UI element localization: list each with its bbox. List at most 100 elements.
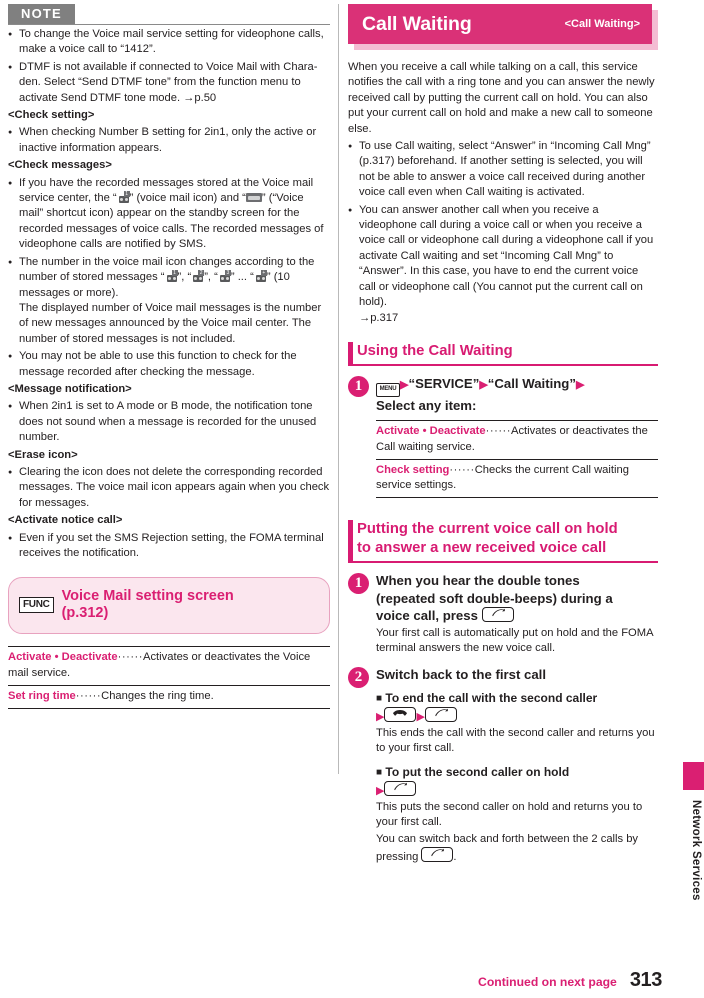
note-bullet: Even if you set the SMS Rejection settin… <box>8 531 330 562</box>
step-title-part-2: “Call Waiting” <box>487 375 576 391</box>
sidebar-tab-label: Network Services <box>690 800 702 901</box>
step-title-part-1: “SERVICE” <box>408 375 480 391</box>
func-item-row: Set ring time······Changes the ring time… <box>8 684 330 710</box>
func-title-line-2: (p.312) <box>61 605 109 622</box>
note-subheading: <Activate notice call> <box>8 514 123 527</box>
call-waiting-item-term: Activate • Deactivate <box>376 425 486 438</box>
section-heading-rule <box>348 561 658 564</box>
note-subheading: <Check setting> <box>8 109 95 122</box>
step-title: When you hear the double tones (repeated… <box>376 572 658 625</box>
voice-mail-icon-10: + <box>253 270 267 283</box>
note-bullet: DTMF is not available if connected to Vo… <box>8 60 330 106</box>
step-number: 1 <box>348 375 369 397</box>
menu-key-icon: MENU <box>376 382 400 397</box>
func-chip: FUNC <box>19 597 54 614</box>
note-subheading: <Erase icon> <box>8 448 78 461</box>
voice-mail-shortcut-icon <box>245 193 262 203</box>
call-waiting-item-list: Activate • Deactivate······Activates or … <box>376 420 658 499</box>
note-text-segment: ”, “ <box>177 271 192 284</box>
chapter-header: Call Waiting <Call Waiting> <box>348 4 658 50</box>
note-bullet: To change the Voice mail service setting… <box>8 27 330 58</box>
call-waiting-item-row: Check setting······Checks the current Ca… <box>376 458 658 499</box>
square-bullet-icon: ■ <box>376 693 383 705</box>
page-number: 313 <box>629 969 663 991</box>
page-reference: →p.317 <box>359 311 399 324</box>
intro-paragraph: When you receive a call while talking on… <box>348 61 655 135</box>
voice-mail-icon-3: 3 <box>217 270 231 283</box>
note-bullet-text: DTMF is not available if connected to Vo… <box>19 60 318 104</box>
step-title-line-3: voice call, press <box>376 607 658 625</box>
call-waiting-item-dots: ······ <box>449 463 475 476</box>
func-title-line-1: Voice Mail setting screen <box>61 588 234 605</box>
func-item-dots: ······ <box>75 689 102 702</box>
note-list: To change the Voice mail service setting… <box>8 27 330 561</box>
intro-bullet-list: To use Call waiting, select “Answer” in … <box>348 139 658 326</box>
step-title-part-3: Select any item: <box>376 397 477 413</box>
note-bullet: When 2in1 is set to A mode or B mode, th… <box>8 399 330 445</box>
step-2-hold-call: 2 Switch back to the first call ■ To end… <box>348 666 658 866</box>
step-title: MENU ▶“SERVICE”▶“Call Waiting”▶ Select an… <box>376 375 658 415</box>
step-number: 1 <box>348 573 369 595</box>
substep-2-body-line-1: This puts the second caller on hold and … <box>376 800 643 829</box>
substep-2-body-line-2: You can switch back and forth between th… <box>376 832 658 866</box>
intro-bullet-text: You can answer another call when you rec… <box>359 203 654 309</box>
call-waiting-item-dots: ······ <box>485 425 511 438</box>
left-column: NOTE To change the Voice mail service se… <box>8 4 330 710</box>
step-title-line-1: When you hear the double tones <box>376 573 580 589</box>
section-heading-rule <box>348 363 658 366</box>
chevron-right-icon: ▶ <box>575 378 585 391</box>
func-callout-box: FUNC Voice Mail setting screen (p.312) <box>8 577 330 635</box>
note-text-segment: ” ... “ <box>230 271 254 284</box>
manual-page: NOTE To change the Voice mail service se… <box>0 0 704 998</box>
call-key-icon <box>421 847 454 863</box>
call-key-icon <box>424 707 457 723</box>
chevron-right-icon: ▶ <box>376 784 385 797</box>
note-subheading: <Check messages> <box>8 159 112 172</box>
note-bullet: Clearing the icon does not delete the co… <box>8 465 330 511</box>
intro-bullet: You can answer another call when you rec… <box>348 203 658 326</box>
step-1-using-call-waiting: 1 MENU ▶“SERVICE”▶“Call Waiting”▶ Select … <box>348 375 658 499</box>
substep-2-keys: ▶ <box>376 780 658 799</box>
func-item-row: Activate • Deactivate······Activates or … <box>8 646 330 684</box>
step-title-line-3-text: voice call, press <box>376 608 478 624</box>
chapter-header-bar: Call Waiting <Call Waiting> <box>348 4 652 44</box>
page-reference: →p.50 <box>183 91 217 104</box>
sidebar-tab-marker <box>683 762 704 790</box>
substep-1-heading-text: To end the call with the second caller <box>385 691 598 706</box>
section-heading-line-2: to answer a new received voice call <box>357 540 607 557</box>
intro-bullet: To use Call waiting, select “Answer” in … <box>348 139 658 201</box>
substep-2-heading-text: To put the second caller on hold <box>385 764 570 779</box>
note-bullet: You may not be able to use this function… <box>8 349 330 380</box>
voice-mail-icon-2: 2 <box>191 270 205 283</box>
func-title: Voice Mail setting screen (p.312) <box>62 588 234 622</box>
substep-1-keys: ▶ ▶ <box>376 707 658 725</box>
square-bullet-icon: ■ <box>376 766 383 778</box>
step-title-line-2: (repeated soft double-beeps) during a <box>376 590 613 606</box>
call-waiting-item-row: Activate • Deactivate······Activates or … <box>376 420 658 458</box>
note-banner: NOTE <box>8 4 75 24</box>
note-bullet: The number in the voice mail icon change… <box>8 255 330 347</box>
section-heading-line-1: Putting the current voice call on hold <box>357 521 618 538</box>
call-waiting-item-term: Check setting <box>376 463 450 476</box>
func-item-description: Changes the ring time. <box>101 689 214 702</box>
section-heading-put-call-on-hold: Putting the current voice call on hold t… <box>348 520 658 562</box>
substep-1-heading: ■ To end the call with the second caller <box>376 690 658 707</box>
step-body: Your first call is automatically put on … <box>376 626 653 655</box>
chevron-right-icon: ▶ <box>416 711 425 724</box>
substep-2-body-line-2-post: . <box>453 851 457 864</box>
substep-2-body-line-2-pre: You can switch back and forth between th… <box>376 832 639 864</box>
chevron-right-icon: ▶ <box>376 711 385 724</box>
right-column: Call Waiting <Call Waiting> When you rec… <box>348 4 658 865</box>
chevron-right-icon: ▶ <box>479 378 488 391</box>
note-text-continuation: The displayed number of Voice mail messa… <box>19 301 322 345</box>
call-key-icon <box>384 780 417 796</box>
call-key-icon <box>481 607 514 623</box>
section-heading-using-call-waiting: Using the Call Waiting <box>348 341 658 364</box>
section-heading-text: Using the Call Waiting <box>357 342 513 359</box>
substep-1-body: This ends the call with the second calle… <box>376 727 655 755</box>
voice-mail-icon: 1 <box>116 191 130 204</box>
step-title: Switch back to the first call <box>376 666 547 682</box>
step-1-hold-call: 1 When you hear the double tones (repeat… <box>348 572 658 656</box>
page-footer: Continued on next page 313 <box>0 969 704 992</box>
note-bullet: When checking Number B setting for 2in1,… <box>8 125 330 156</box>
